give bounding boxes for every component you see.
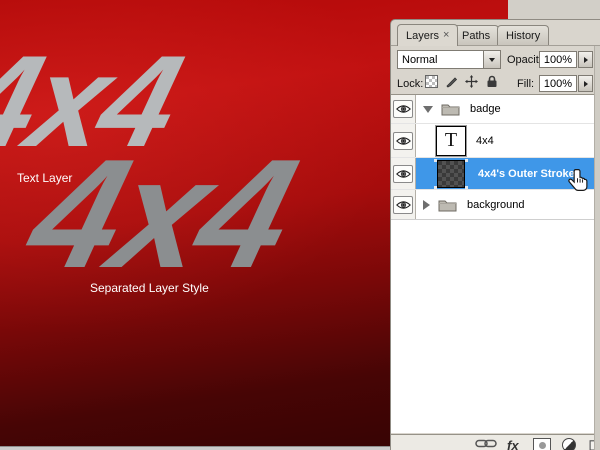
eye-icon[interactable] xyxy=(393,100,413,118)
photoshop-workspace: 4x4 4x4 Text Layer Separated Layer Style… xyxy=(0,0,600,450)
chevron-right-icon xyxy=(584,81,588,87)
hand-cursor-icon xyxy=(566,168,592,201)
visibility-cell xyxy=(391,95,416,123)
lock-pixels-icon[interactable] xyxy=(445,75,458,88)
tab-layers[interactable]: Layers × xyxy=(397,24,458,46)
layers-palette: Layers × Paths History Normal Opacity: 1… xyxy=(390,19,600,450)
link-layers-icon[interactable] xyxy=(475,438,497,449)
fill-label: Fill: xyxy=(517,78,534,90)
lock-buttons xyxy=(425,75,498,88)
lock-all-icon[interactable] xyxy=(485,75,498,88)
fill-input[interactable]: 100% xyxy=(539,75,577,92)
layer-name: 4x4 xyxy=(476,135,494,147)
layer-row-badge[interactable]: badge xyxy=(391,95,596,124)
chevron-right-icon xyxy=(584,57,588,63)
folder-icon xyxy=(441,102,460,116)
lock-transparency-icon[interactable] xyxy=(425,75,438,88)
layer-name: badge xyxy=(470,103,501,115)
fill-slider-button[interactable] xyxy=(578,75,593,92)
chevron-down-icon xyxy=(489,58,495,62)
tab-history-label: History xyxy=(506,30,540,42)
folder-icon xyxy=(438,198,457,212)
layer-style-fx-icon[interactable]: fx xyxy=(507,438,519,450)
adjustment-layer-icon[interactable] xyxy=(562,438,576,450)
transparency-thumbnail-frame xyxy=(434,159,468,189)
visibility-cell xyxy=(391,124,416,157)
tab-layers-label: Layers xyxy=(406,30,439,42)
opacity-input[interactable]: 100% xyxy=(539,51,577,68)
pixel-layer-thumbnail[interactable] xyxy=(437,160,465,188)
layer-row-4x4-text[interactable]: T 4x4 xyxy=(391,124,596,158)
eye-icon[interactable] xyxy=(393,132,413,150)
tab-close-icon[interactable]: × xyxy=(443,30,449,41)
lock-position-icon[interactable] xyxy=(465,75,478,88)
blend-mode-value: Normal xyxy=(398,54,483,66)
palette-tabstrip: Layers × Paths History xyxy=(391,20,600,46)
text-layer-thumbnail[interactable]: T xyxy=(436,126,466,156)
layer-name: 4x4's Outer Stroke xyxy=(478,168,575,180)
blend-mode-select[interactable]: Normal xyxy=(397,50,501,69)
tab-paths[interactable]: Paths xyxy=(453,25,499,45)
annotation-separated-style: Separated Layer Style xyxy=(90,281,209,295)
group-collapsed-triangle-icon[interactable] xyxy=(423,200,430,210)
visibility-cell xyxy=(391,190,416,219)
palette-footer: fx xyxy=(391,435,596,450)
canvas-4x4-stroke-shape: 4x4 xyxy=(16,136,307,291)
tab-history[interactable]: History xyxy=(497,25,549,45)
layer-name: background xyxy=(467,199,525,211)
blend-mode-dropdown-button[interactable] xyxy=(483,51,500,68)
window-bottom-edge xyxy=(0,446,392,450)
eye-icon[interactable] xyxy=(393,165,413,183)
tab-paths-label: Paths xyxy=(462,30,490,42)
group-expanded-triangle-icon[interactable] xyxy=(423,106,433,113)
layer-controls: Normal Opacity: 100% Lock: Fill: 100 xyxy=(391,46,596,94)
eye-icon[interactable] xyxy=(393,196,413,214)
add-layer-mask-icon[interactable] xyxy=(533,438,551,450)
layer-list: badge T 4x4 xyxy=(391,95,596,433)
lock-label: Lock: xyxy=(397,78,423,90)
annotation-text-layer: Text Layer xyxy=(17,171,72,185)
visibility-cell xyxy=(391,158,416,189)
opacity-slider-button[interactable] xyxy=(578,51,593,68)
